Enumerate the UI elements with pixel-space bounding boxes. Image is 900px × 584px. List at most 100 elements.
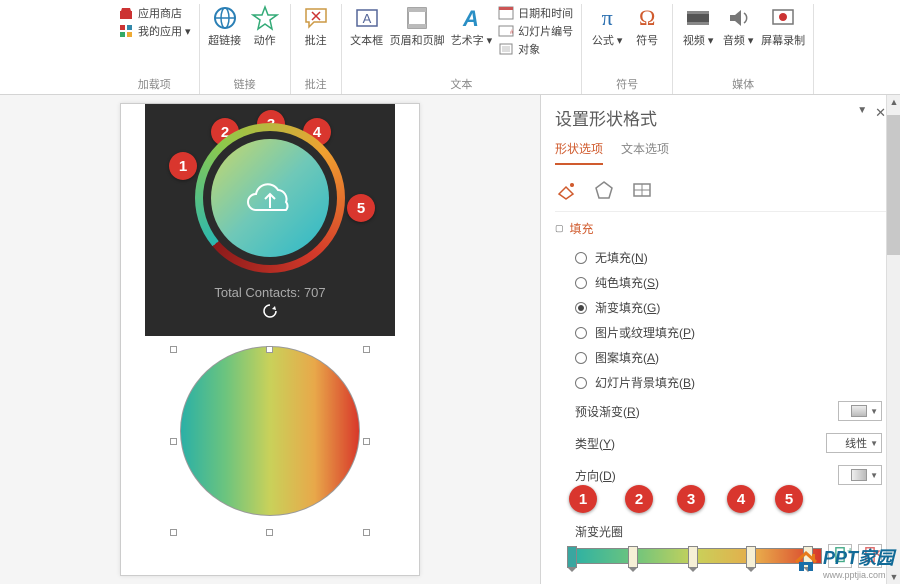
ribbon-group-symbols: π 公式 ▾ Ω 符号 符号 (582, 4, 673, 94)
section-fill[interactable]: ▢ 填充 (555, 220, 882, 237)
gradient-stop[interactable] (746, 546, 756, 568)
gradient-stop[interactable] (688, 546, 698, 568)
radio-icon (575, 377, 587, 389)
selection-handle[interactable] (363, 346, 370, 353)
ribbon-video[interactable]: 视频 ▾ (681, 4, 715, 48)
canvas-area[interactable]: 1 2 3 4 5 Total Contacts: 707 (0, 95, 540, 584)
pane-scrollbar[interactable]: ▲ ▼ (886, 95, 900, 584)
selected-shape[interactable] (170, 346, 370, 536)
pane-dropdown-icon[interactable]: ▼ (857, 105, 867, 121)
radio-no-fill[interactable]: 无填充(N) (575, 245, 882, 270)
headerfooter-icon (403, 4, 431, 32)
inner-circle (211, 139, 329, 257)
ribbon: 应用商店 我的应用 ▾ 加载项 超链接 动作 链接 (0, 0, 900, 95)
close-icon[interactable]: ✕ (875, 105, 886, 121)
type-dropdown[interactable]: 线性▼ (826, 433, 882, 453)
selection-handle[interactable] (170, 529, 177, 536)
preset-dropdown[interactable]: ▼ (838, 401, 882, 421)
ribbon-group-label: 媒体 (732, 76, 754, 92)
ribbon-label: 对象 (518, 41, 540, 57)
myapps-icon (118, 23, 134, 39)
gradient-stop[interactable] (567, 546, 577, 568)
ribbon-symbol[interactable]: Ω 符号 (630, 4, 664, 48)
radio-gradient-fill[interactable]: 渐变填充(G) (575, 295, 882, 320)
radio-pattern-fill[interactable]: 图案填充(A) (575, 345, 882, 370)
ribbon-label: 我的应用 ▾ (138, 23, 191, 39)
action-icon (251, 4, 279, 32)
ribbon-group-label: 链接 (234, 76, 256, 92)
gradient-oval[interactable] (180, 346, 360, 516)
ribbon-header-footer[interactable]: 页眉和页脚 (390, 4, 445, 48)
effects-icon[interactable] (593, 179, 615, 201)
ribbon-object[interactable]: 对象 (498, 40, 573, 58)
ribbon-equation[interactable]: π 公式 ▾ (590, 4, 624, 48)
radio-slide-bg-fill[interactable]: 幻灯片背景填充(B) (575, 370, 882, 395)
selection-handle[interactable] (363, 438, 370, 445)
ribbon-my-apps[interactable]: 我的应用 ▾ (118, 22, 191, 40)
symbol-icon: Ω (633, 4, 661, 32)
prop-type: 类型(Y) 线性▼ (555, 427, 882, 459)
radio-icon (575, 352, 587, 364)
gradient-stop[interactable] (628, 546, 638, 568)
ribbon-group-label: 批注 (305, 76, 327, 92)
ribbon-app-store[interactable]: 应用商店 (118, 4, 191, 22)
selection-handle[interactable] (266, 346, 273, 353)
prop-direction: 方向(D) ▼ (555, 459, 882, 491)
preview-marker-5: 5 (347, 194, 375, 222)
gradient-bar[interactable] (569, 548, 822, 564)
selection-handle[interactable] (170, 346, 177, 353)
svg-text:A: A (362, 11, 371, 26)
ribbon-slidenum[interactable]: # 幻灯片编号 (498, 22, 573, 40)
preview-marker-1: 1 (169, 152, 197, 180)
ribbon-group-comments: 批注 批注 (291, 4, 342, 94)
ribbon-action[interactable]: 动作 (248, 4, 282, 48)
datetime-icon (498, 5, 514, 21)
radio-icon (575, 252, 587, 264)
selection-handle[interactable] (363, 529, 370, 536)
preview-card: 1 2 3 4 5 Total Contacts: 707 (145, 104, 395, 336)
ribbon-label: 艺术字 ▾ (451, 32, 493, 48)
rotate-handle-icon[interactable] (263, 304, 277, 318)
contact-label: Total Contacts: 707 (214, 285, 325, 300)
pane-body: ▢ 填充 无填充(N) 纯色填充(S) 渐变填充(G) 图片或纹理填充(P) 图… (555, 212, 886, 574)
ribbon-comment[interactable]: 批注 (299, 4, 333, 48)
ribbon-group-media: 视频 ▾ 音频 ▾ 屏幕录制 媒体 (673, 4, 814, 94)
ribbon-textbox[interactable]: A 文本框 (350, 4, 384, 48)
stop-marker-4: 4 (727, 485, 755, 513)
document: 1 2 3 4 5 Total Contacts: 707 (120, 103, 420, 576)
ribbon-hyperlink[interactable]: 超链接 (208, 4, 242, 48)
slidenum-icon: # (498, 23, 514, 39)
ribbon-datetime[interactable]: 日期和时间 (498, 4, 573, 22)
fill-radios: 无填充(N) 纯色填充(S) 渐变填充(G) 图片或纹理填充(P) 图案填充(A… (555, 245, 882, 395)
comment-icon (302, 4, 330, 32)
ribbon-audio[interactable]: 音频 ▾ (721, 4, 755, 48)
scroll-up-icon[interactable]: ▲ (887, 95, 900, 109)
ribbon-label: 视频 ▾ (683, 32, 714, 48)
radio-picture-fill[interactable]: 图片或纹理填充(P) (575, 320, 882, 345)
ribbon-screenrec[interactable]: 屏幕录制 (761, 4, 805, 48)
stops-label: 渐变光圈 (569, 523, 882, 540)
tab-text-options[interactable]: 文本选项 (621, 140, 669, 165)
main-area: 1 2 3 4 5 Total Contacts: 707 (0, 95, 900, 584)
selection-handle[interactable] (266, 529, 273, 536)
ribbon-group-links: 超链接 动作 链接 (200, 4, 291, 94)
pane-tabs: 形状选项 文本选项 (555, 140, 886, 165)
store-icon (118, 5, 134, 21)
direction-dropdown[interactable]: ▼ (838, 465, 882, 485)
size-props-icon[interactable] (631, 179, 653, 201)
screenrec-icon (769, 4, 797, 32)
ribbon-label: 公式 ▾ (592, 32, 623, 48)
radio-icon (575, 302, 587, 314)
ribbon-label: 超链接 (208, 32, 241, 48)
ribbon-wordart[interactable]: A 艺术字 ▾ (451, 4, 493, 48)
watermark-brand: PPT家园 (823, 544, 894, 570)
ribbon-label: 符号 (636, 32, 658, 48)
fill-line-icon[interactable] (555, 179, 577, 201)
selection-handle[interactable] (170, 438, 177, 445)
scroll-thumb[interactable] (887, 115, 900, 255)
ribbon-label: 文本框 (350, 32, 383, 48)
ribbon-label: 日期和时间 (518, 5, 573, 21)
radio-solid-fill[interactable]: 纯色填充(S) (575, 270, 882, 295)
house-logo-icon (793, 549, 819, 575)
tab-shape-options[interactable]: 形状选项 (555, 140, 603, 165)
